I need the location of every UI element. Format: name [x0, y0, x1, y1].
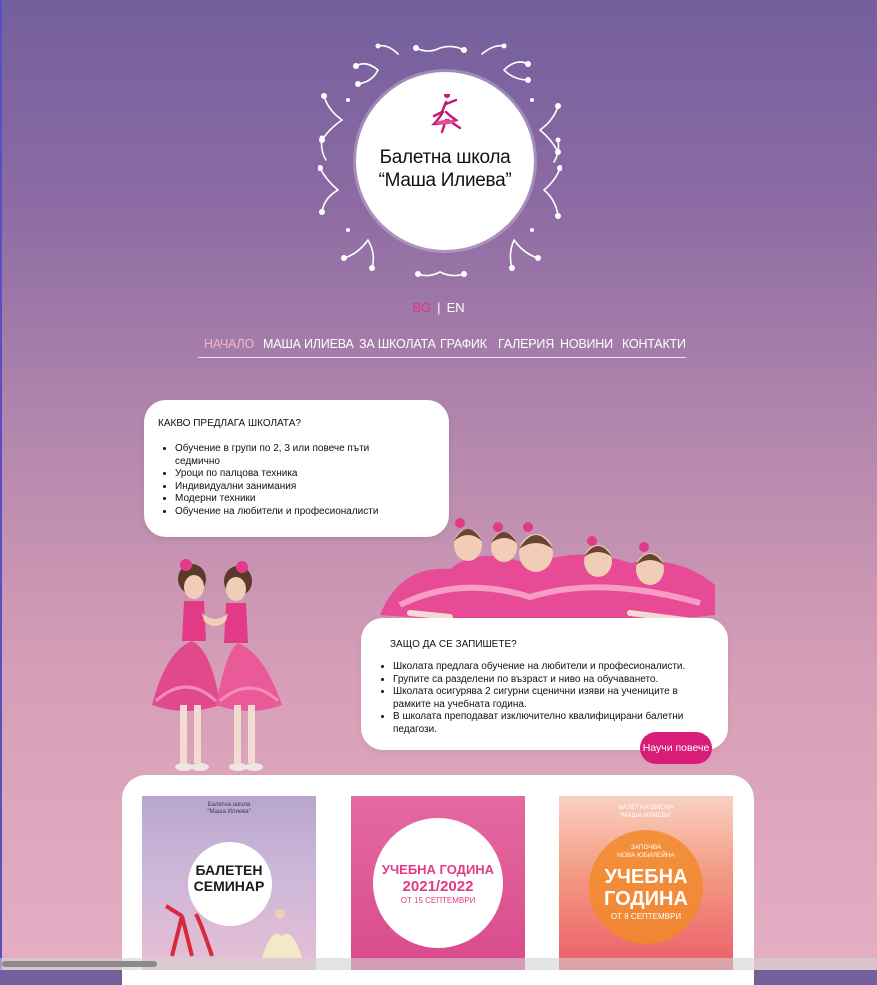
news-poster-school-year[interactable]: УЧЕБНА ГОДИНА 2021/2022 ОТ 15 СЕПТЕМВРИ: [351, 796, 525, 970]
poster-header-2: “Маша Илиева”: [207, 809, 251, 815]
list-item: Уроци по палцова техника: [175, 468, 385, 481]
main-nav: НАЧАЛО МАША ИЛИЕВА ЗА ШКОЛАТА ГРАФИК ГАЛ…: [198, 335, 686, 358]
nav-gallery[interactable]: ГАЛЕРИЯ: [498, 337, 554, 351]
ballerinas-group-photo: [380, 505, 715, 630]
list-item: Обучение на любители и професионалисти: [175, 506, 385, 519]
offer-title: КАКВО ПРЕДЛАГА ШКОЛАТА?: [158, 418, 301, 429]
list-item: Обучение в групи по 2, 3 или повече пъти…: [175, 443, 385, 468]
poster-title-2: ГОДИНА: [604, 888, 688, 910]
poster-title-1: БАЛЕТЕН: [195, 862, 263, 878]
logo-line-1: Балетна школа: [379, 147, 511, 168]
poster-title-2: 2021/2022: [402, 878, 474, 895]
why-title: ЗАЩО ДА СЕ ЗАПИШЕТЕ?: [390, 639, 517, 650]
poster-header-2: “МАША ИЛИЕВА”: [619, 812, 673, 819]
nav-about-school[interactable]: ЗА ШКОЛАТА: [359, 337, 436, 351]
list-item: Школата предлага обучение на любители и …: [393, 661, 713, 674]
window-edge: [0, 0, 2, 970]
lang-separator: |: [437, 300, 441, 315]
poster-pre-2: НОВА ЮБИЛЕЙНА: [617, 852, 675, 859]
lang-en[interactable]: EN: [447, 300, 465, 315]
list-item: Школата осигурява 2 сигурни сценични изя…: [393, 686, 713, 711]
logo-title: Балетна школа “Маша Илиева”: [356, 146, 534, 192]
list-item: Модерни техники: [175, 493, 385, 506]
language-switcher: BG | EN: [0, 300, 877, 315]
lang-bg[interactable]: BG: [412, 300, 431, 315]
logo-circle: Балетна школа “Маша Илиева”: [356, 72, 534, 250]
ballerina-icon: [431, 94, 462, 134]
nav-home[interactable]: НАЧАЛО: [204, 337, 254, 351]
poster-subtitle: ОТ 15 СЕПТЕМВРИ: [400, 896, 476, 905]
logo[interactable]: Балетна школа “Маша Илиева”: [318, 40, 562, 284]
scrollbar-thumb[interactable]: [2, 961, 157, 967]
nav-masha-ilieva[interactable]: МАША ИЛИЕВА: [263, 337, 354, 351]
list-item: Групите са разделени по възраст и ниво н…: [393, 674, 713, 687]
poster-pre: ЗАПОЧВА: [630, 844, 662, 851]
nav-schedule[interactable]: ГРАФИК: [440, 337, 487, 351]
twin-ballerinas-photo: [146, 555, 288, 777]
poster-title-1: УЧЕБНА ГОДИНА: [381, 862, 495, 877]
list-item: Индивидуални занимания: [175, 481, 385, 494]
poster-title-2: СЕМИНАР: [193, 878, 265, 894]
news-poster-seminar[interactable]: Балетна школа “Маша Илиева” БАЛЕТЕН СЕМИ…: [142, 796, 316, 970]
poster-header: Балетна школа: [207, 802, 251, 808]
learn-more-button[interactable]: Научи повече: [640, 732, 712, 764]
nav-news[interactable]: НОВИНИ: [560, 337, 613, 351]
offer-list: Обучение в групи по 2, 3 или повече пъти…: [157, 443, 385, 518]
dancers-illustration: [164, 904, 302, 958]
poster-subtitle: ОТ 8 СЕПТЕМВРИ: [610, 912, 682, 921]
news-poster-jubilee[interactable]: БАЛЕТНА ШКОЛА “МАША ИЛИЕВА” ЗАПОЧВА НОВА…: [559, 796, 733, 970]
poster-title-1: УЧЕБНА: [604, 866, 688, 888]
logo-line-2: “Маша Илиева”: [378, 170, 512, 191]
poster-header: БАЛЕТНА ШКОЛА: [618, 804, 674, 811]
why-enroll-card: ЗАЩО ДА СЕ ЗАПИШЕТЕ? Школата предлага об…: [361, 618, 728, 750]
nav-contacts[interactable]: КОНТАКТИ: [622, 337, 686, 351]
why-list: Школата предлага обучение на любители и …: [375, 661, 713, 736]
